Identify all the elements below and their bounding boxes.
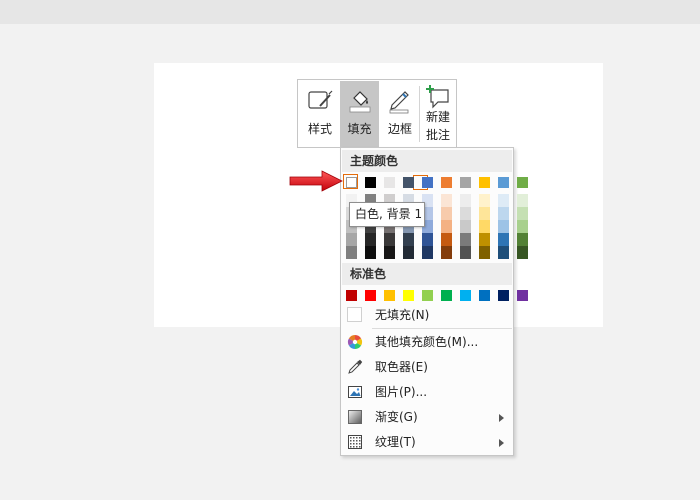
- standard-color-swatch[interactable]: [384, 290, 395, 301]
- title-bar: [0, 0, 700, 24]
- standard-color-swatch[interactable]: [346, 290, 357, 301]
- standard-color-swatch[interactable]: [365, 290, 376, 301]
- annotation-arrow-icon: [289, 170, 343, 192]
- gradient-icon: [348, 410, 362, 424]
- theme-color-swatch[interactable]: [479, 177, 490, 188]
- theme-shade-swatch[interactable]: [517, 246, 528, 259]
- hovered-swatch-outline: [343, 174, 358, 189]
- no-fill-swatch: [347, 307, 362, 322]
- theme-shade-swatch[interactable]: [346, 246, 357, 259]
- theme-shade-swatch[interactable]: [460, 246, 471, 259]
- theme-shade-swatch[interactable]: [365, 246, 376, 259]
- more-fill-colors-item[interactable]: 其他填充颜色(M)...: [342, 330, 512, 354]
- standard-color-swatch[interactable]: [479, 290, 490, 301]
- theme-shade-swatch[interactable]: [517, 220, 528, 233]
- color-wheel-icon: [347, 334, 363, 350]
- theme-shade-swatch[interactable]: [479, 246, 490, 259]
- gradient-item[interactable]: 渐变(G): [342, 405, 512, 429]
- theme-shade-swatch[interactable]: [441, 233, 452, 246]
- border-pen-icon: [389, 91, 409, 114]
- no-fill-label: 无填充(N): [375, 308, 430, 322]
- theme-color-swatch[interactable]: [403, 177, 414, 188]
- toolbar-separator: [419, 86, 420, 142]
- standard-color-swatch[interactable]: [517, 290, 528, 301]
- new-comment-label-line1: 新建: [425, 110, 450, 124]
- standard-color-swatch[interactable]: [441, 290, 452, 301]
- new-comment-label-line2: 批注: [425, 128, 450, 142]
- mini-toolbar: 样式 填充 边框 新建 批注: [297, 79, 457, 148]
- theme-shade-swatch[interactable]: [403, 233, 414, 246]
- submenu-arrow-icon: [499, 414, 504, 422]
- theme-shade-swatch[interactable]: [460, 207, 471, 220]
- theme-shade-swatch[interactable]: [460, 194, 471, 207]
- theme-shade-swatch[interactable]: [498, 207, 509, 220]
- swatch-tooltip: 白色, 背景 1: [349, 202, 425, 227]
- theme-shade-swatch[interactable]: [441, 246, 452, 259]
- standard-color-swatch[interactable]: [498, 290, 509, 301]
- theme-color-swatch[interactable]: [441, 177, 452, 188]
- theme-shade-swatch[interactable]: [479, 194, 490, 207]
- theme-shade-swatch[interactable]: [517, 207, 528, 220]
- theme-shade-swatch[interactable]: [441, 194, 452, 207]
- theme-shade-swatch[interactable]: [498, 246, 509, 259]
- theme-shade-swatch[interactable]: [517, 233, 528, 246]
- fill-bucket-icon: [349, 91, 370, 113]
- menu-separator: [372, 328, 512, 329]
- theme-shade-swatch[interactable]: [384, 246, 395, 259]
- style-button[interactable]: 样式: [302, 81, 338, 147]
- theme-shade-swatch[interactable]: [498, 233, 509, 246]
- eyedropper-item[interactable]: 取色器(E): [342, 355, 512, 379]
- border-button[interactable]: 边框: [382, 81, 418, 147]
- new-comment-button[interactable]: 新建 批注: [421, 81, 455, 147]
- theme-color-swatch[interactable]: [460, 177, 471, 188]
- eyedropper-icon: [348, 359, 363, 374]
- standard-colors-header: 标准色: [342, 263, 512, 285]
- theme-shade-swatch[interactable]: [365, 233, 376, 246]
- theme-color-swatch[interactable]: [498, 177, 509, 188]
- theme-shade-swatch[interactable]: [384, 233, 395, 246]
- theme-shade-swatch[interactable]: [403, 246, 414, 259]
- theme-shade-swatch[interactable]: [479, 207, 490, 220]
- gradient-label: 渐变(G): [375, 410, 418, 424]
- fill-button[interactable]: 填充: [340, 81, 379, 147]
- theme-shade-swatch[interactable]: [479, 233, 490, 246]
- fill-dropdown-menu: 主题颜色 标准色 无填充(N) 其他填充颜色(M)... 取色器(E) 图片(P…: [340, 147, 528, 456]
- standard-color-swatch[interactable]: [460, 290, 471, 301]
- theme-color-swatch[interactable]: [365, 177, 376, 188]
- theme-shade-swatch[interactable]: [422, 233, 433, 246]
- eyedropper-label: 取色器(E): [375, 360, 428, 374]
- border-label: 边框: [387, 122, 412, 136]
- theme-color-swatch[interactable]: [517, 177, 528, 188]
- fill-label: 填充: [347, 122, 372, 136]
- no-fill-item[interactable]: 无填充(N): [342, 303, 512, 327]
- texture-item[interactable]: 纹理(T): [342, 430, 512, 454]
- theme-shade-swatch[interactable]: [479, 220, 490, 233]
- style-label: 样式: [307, 122, 332, 136]
- picture-label: 图片(P)...: [375, 385, 428, 399]
- theme-shade-swatch[interactable]: [441, 220, 452, 233]
- theme-shade-swatch[interactable]: [460, 220, 471, 233]
- more-fill-colors-label: 其他填充颜色(M)...: [375, 335, 479, 349]
- theme-shade-swatch[interactable]: [460, 233, 471, 246]
- standard-color-swatch[interactable]: [422, 290, 433, 301]
- texture-icon: [348, 435, 362, 449]
- picture-item[interactable]: 图片(P)...: [342, 380, 512, 404]
- theme-shade-swatch[interactable]: [422, 246, 433, 259]
- standard-color-swatch[interactable]: [403, 290, 414, 301]
- submenu-arrow-icon: [499, 439, 504, 447]
- texture-label: 纹理(T): [375, 435, 416, 449]
- new-comment-icon: [426, 85, 449, 109]
- theme-shade-swatch[interactable]: [517, 194, 528, 207]
- theme-shade-swatch[interactable]: [498, 194, 509, 207]
- theme-color-swatch[interactable]: [384, 177, 395, 188]
- theme-color-swatch[interactable]: [422, 177, 433, 188]
- theme-colors-header: 主题颜色: [342, 150, 512, 172]
- style-icon: [308, 90, 333, 109]
- picture-icon: [348, 386, 362, 398]
- theme-shade-swatch[interactable]: [498, 220, 509, 233]
- theme-shade-swatch[interactable]: [346, 233, 357, 246]
- theme-shade-swatch[interactable]: [441, 207, 452, 220]
